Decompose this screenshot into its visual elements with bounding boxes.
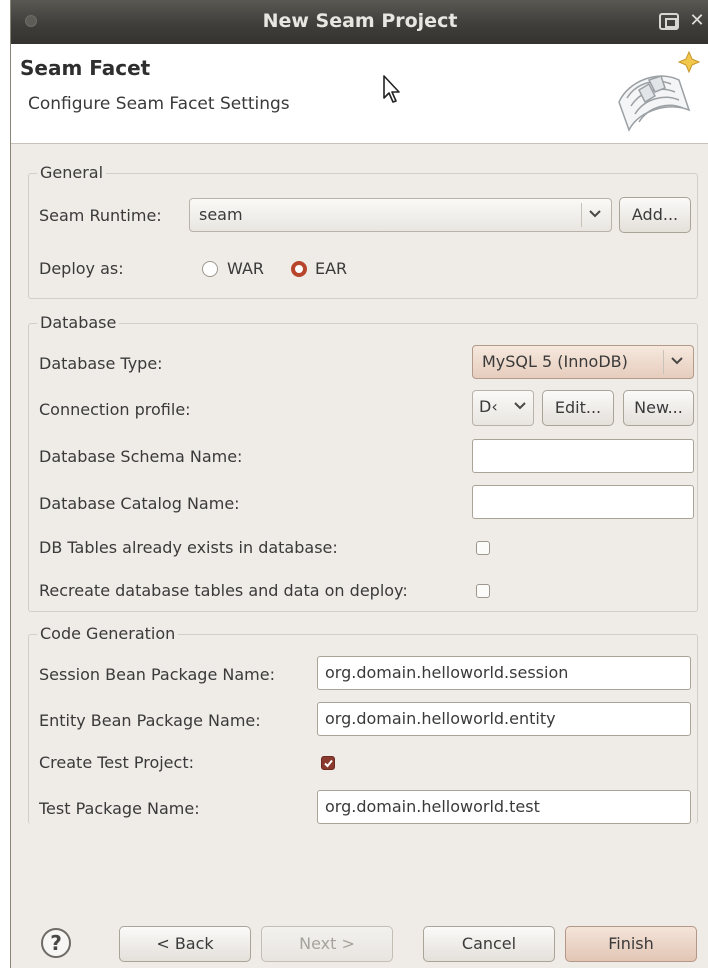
help-icon[interactable]: ? bbox=[41, 928, 71, 958]
seam-wizard-graphic bbox=[618, 50, 701, 132]
mouse-pointer-icon bbox=[383, 75, 400, 103]
entity-bean-package-label: Entity Bean Package Name: bbox=[39, 711, 261, 730]
deploy-as-label: Deploy as: bbox=[39, 259, 124, 278]
schema-name-input[interactable] bbox=[472, 439, 694, 473]
close-icon[interactable]: ✕ bbox=[687, 12, 707, 30]
back-button[interactable]: < Back bbox=[119, 926, 251, 962]
new-seam-project-dialog: New Seam Project ✕ Seam Facet Configure … bbox=[10, 0, 708, 968]
title-bar[interactable]: New Seam Project ✕ bbox=[11, 0, 708, 44]
chevron-down-icon[interactable] bbox=[507, 395, 529, 419]
create-test-project-checkbox[interactable] bbox=[321, 756, 335, 770]
seam-runtime-value: seam bbox=[199, 205, 243, 224]
code-generation-group-title: Code Generation bbox=[37, 624, 179, 643]
seam-runtime-label: Seam Runtime: bbox=[39, 206, 162, 225]
database-group: Database Database Type: MySQL 5 (InnoDB)… bbox=[28, 313, 698, 612]
recreate-tables-checkbox[interactable] bbox=[476, 584, 490, 598]
test-package-label: Test Package Name: bbox=[39, 799, 200, 818]
catalog-name-label: Database Catalog Name: bbox=[39, 494, 240, 513]
database-type-value: MySQL 5 (InnoDB) bbox=[482, 352, 628, 371]
recreate-tables-label: Recreate database tables and data on dep… bbox=[39, 581, 408, 600]
window-title: New Seam Project bbox=[262, 10, 458, 32]
connection-profile-combo[interactable]: D‹ bbox=[472, 390, 534, 426]
add-runtime-button[interactable]: Add... bbox=[619, 197, 691, 233]
catalog-name-input[interactable] bbox=[472, 485, 694, 519]
page-title: Seam Facet bbox=[20, 56, 151, 80]
connection-profile-label: Connection profile: bbox=[39, 400, 191, 419]
code-generation-group: Code Generation Session Bean Package Nam… bbox=[28, 624, 698, 824]
wizard-header: Seam Facet Configure Seam Facet Settings bbox=[11, 44, 708, 144]
edit-profile-button[interactable]: Edit... bbox=[542, 390, 614, 426]
chevron-down-icon[interactable] bbox=[663, 350, 689, 374]
cancel-button[interactable]: Cancel bbox=[423, 926, 555, 962]
schema-name-label: Database Schema Name: bbox=[39, 447, 243, 466]
tables-exist-checkbox[interactable] bbox=[476, 541, 490, 555]
new-profile-button[interactable]: New... bbox=[623, 390, 694, 426]
deploy-war-label[interactable]: WAR bbox=[227, 259, 264, 278]
create-test-project-label: Create Test Project: bbox=[39, 753, 194, 772]
session-bean-package-input[interactable]: org.domain.helloworld.session bbox=[317, 656, 691, 690]
maximize-icon[interactable] bbox=[659, 13, 679, 30]
connection-profile-value: D‹ bbox=[479, 397, 498, 416]
entity-bean-package-input[interactable]: org.domain.helloworld.entity bbox=[317, 702, 691, 736]
deploy-war-radio[interactable] bbox=[202, 261, 218, 277]
finish-button[interactable]: Finish bbox=[565, 926, 697, 962]
help-glyph: ? bbox=[50, 931, 62, 955]
chevron-down-icon[interactable] bbox=[581, 203, 607, 227]
test-package-input[interactable]: org.domain.helloworld.test bbox=[317, 790, 691, 824]
general-group: General Seam Runtime: seam Add... Deploy… bbox=[28, 163, 698, 299]
page-subtitle: Configure Seam Facet Settings bbox=[28, 94, 290, 114]
database-group-title: Database bbox=[37, 313, 120, 332]
tables-exist-label: DB Tables already exists in database: bbox=[39, 538, 338, 557]
session-bean-package-label: Session Bean Package Name: bbox=[39, 665, 275, 684]
deploy-ear-radio[interactable] bbox=[291, 261, 307, 277]
deploy-ear-label[interactable]: EAR bbox=[315, 259, 347, 278]
next-button[interactable]: Next > bbox=[261, 926, 393, 962]
seam-runtime-combo[interactable]: seam bbox=[189, 198, 612, 232]
database-type-label: Database Type: bbox=[39, 354, 163, 373]
database-type-combo[interactable]: MySQL 5 (InnoDB) bbox=[472, 345, 694, 379]
general-group-title: General bbox=[37, 163, 107, 182]
